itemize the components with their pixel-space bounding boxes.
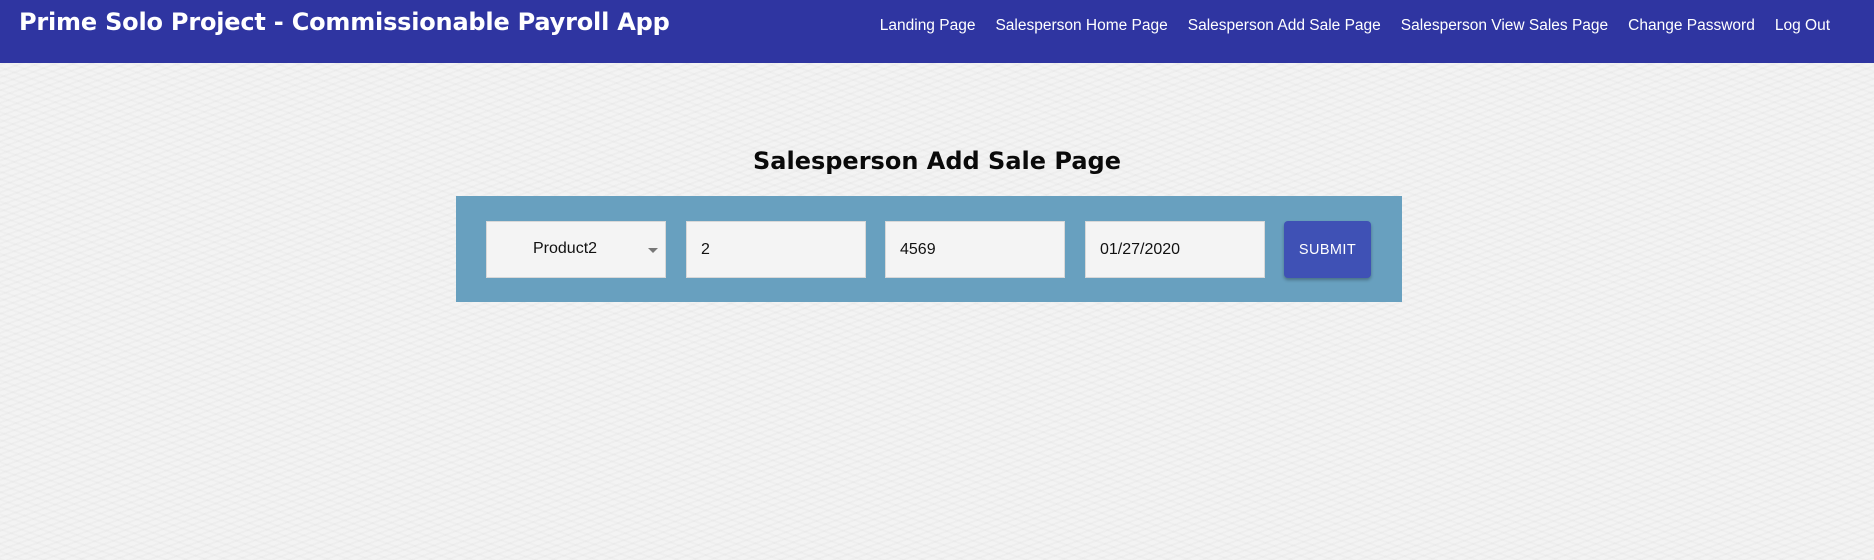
page-title: Salesperson Add Sale Page <box>752 147 1121 175</box>
nav-link-change-password[interactable]: Change Password <box>1628 17 1755 35</box>
product-select[interactable]: Product2 <box>486 221 666 278</box>
nav-link-landing-page[interactable]: Landing Page <box>880 17 976 35</box>
date-input[interactable] <box>1086 222 1264 277</box>
quantity-input[interactable] <box>687 222 865 277</box>
nav-link-salesperson-add-sale[interactable]: Salesperson Add Sale Page <box>1188 17 1381 35</box>
nav-link-log-out[interactable]: Log Out <box>1775 17 1830 35</box>
amount-field[interactable] <box>885 221 1065 278</box>
add-sale-form: Product2 SUBMIT <box>456 196 1402 302</box>
nav-link-salesperson-view-sales[interactable]: Salesperson View Sales Page <box>1401 17 1608 35</box>
amount-input[interactable] <box>886 222 1064 277</box>
submit-button[interactable]: SUBMIT <box>1284 221 1371 278</box>
caret-down-icon <box>648 248 658 253</box>
quantity-field[interactable] <box>686 221 866 278</box>
date-field[interactable] <box>1085 221 1265 278</box>
nav-link-salesperson-home[interactable]: Salesperson Home Page <box>995 17 1167 35</box>
app-title: Prime Solo Project - Commissionable Payr… <box>19 8 670 36</box>
nav-links: Landing Page Salesperson Home Page Sales… <box>860 17 1830 35</box>
product-select-value: Product2 <box>533 240 598 257</box>
top-navbar: Prime Solo Project - Commissionable Payr… <box>0 0 1874 63</box>
